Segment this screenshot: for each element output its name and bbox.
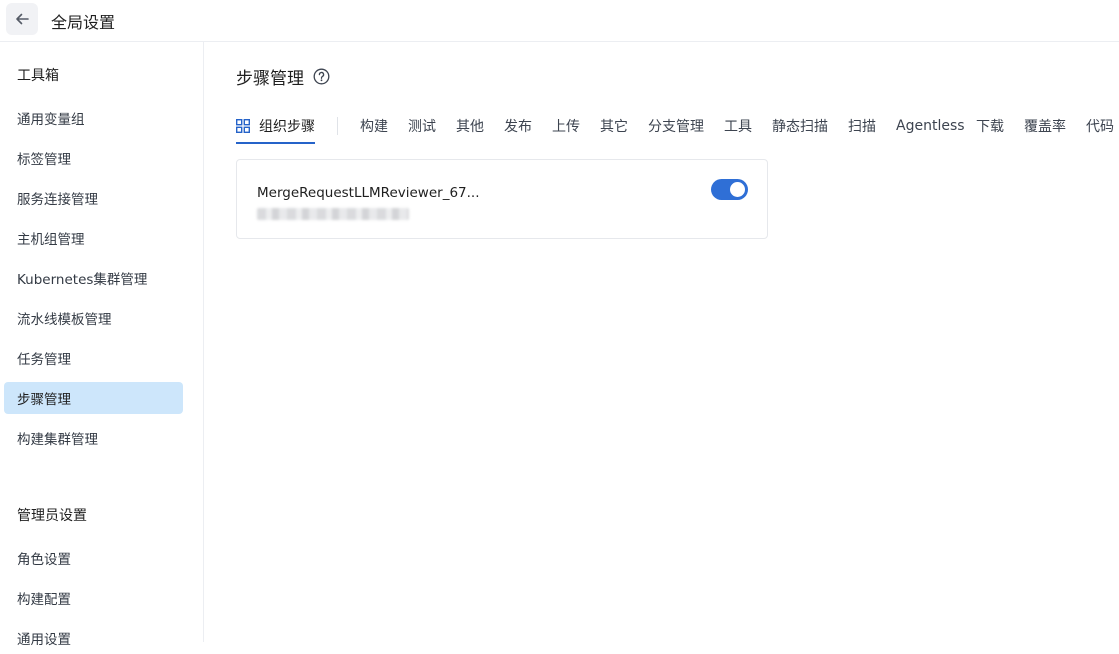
tab-label: 测试: [408, 119, 436, 135]
sidebar-item-label: 构建集群管理: [17, 432, 98, 448]
tab-label: 分支管理: [648, 119, 704, 135]
tab-scan[interactable]: 扫描: [848, 108, 876, 144]
sidebar: 工具箱 通用变量组 标签管理 服务连接管理 主机组管理 Kubernetes集群…: [0, 42, 204, 648]
tab-label: 扫描: [848, 119, 876, 135]
section-title: 步骤管理: [236, 64, 330, 89]
tab-other[interactable]: 其他: [456, 108, 484, 144]
sidebar-group-title-toolbox: 工具箱: [17, 68, 59, 84]
tab-code[interactable]: 代码: [1086, 108, 1114, 144]
tab-label: 发布: [504, 119, 532, 135]
tab-label: 代码: [1086, 119, 1114, 135]
sidebar-item-build-clusters[interactable]: 构建集群管理: [4, 422, 183, 454]
sidebar-item-label: 角色设置: [17, 552, 71, 568]
section-title-text: 步骤管理: [236, 69, 304, 89]
tab-label: Agentless: [896, 118, 965, 134]
sidebar-item-build-config[interactable]: 构建配置: [4, 582, 183, 614]
tab-upload[interactable]: 上传: [552, 108, 580, 144]
sidebar-item-label: 构建配置: [17, 592, 71, 608]
sidebar-item-service-connections[interactable]: 服务连接管理: [4, 182, 183, 214]
sidebar-item-label: 主机组管理: [17, 232, 85, 248]
top-bar: 全局设置: [0, 0, 1119, 42]
tab-label: 静态扫描: [772, 119, 828, 135]
question-circle-icon[interactable]: [313, 68, 330, 85]
tab-label: 工具: [724, 119, 752, 135]
tab-others[interactable]: 其它: [600, 108, 628, 144]
tab-release[interactable]: 发布: [504, 108, 532, 144]
tab-label: 其它: [600, 119, 628, 135]
back-button[interactable]: [6, 3, 38, 35]
sidebar-item-label: 流水线模板管理: [17, 312, 112, 328]
sidebar-item-label: 步骤管理: [17, 392, 71, 408]
sidebar-item-label: 服务连接管理: [17, 192, 98, 208]
tab-agentless[interactable]: Agentless: [896, 108, 965, 144]
sidebar-item-label: 通用设置: [17, 632, 71, 648]
tab-divider: [337, 117, 338, 135]
sidebar-item-general-settings[interactable]: 通用设置: [4, 622, 183, 654]
tab-label: 下载: [976, 119, 1004, 135]
arrow-left-icon: [16, 13, 29, 25]
sidebar-item-roles[interactable]: 角色设置: [4, 542, 183, 574]
tab-test[interactable]: 测试: [408, 108, 436, 144]
tab-label: 组织步骤: [259, 119, 315, 135]
page-title: 全局设置: [51, 13, 116, 32]
step-card-subtitle-blurred: [257, 208, 409, 220]
sidebar-item-variable-groups[interactable]: 通用变量组: [4, 102, 183, 134]
tab-label: 上传: [552, 119, 580, 135]
tab-tools[interactable]: 工具: [724, 108, 752, 144]
tab-static-scan[interactable]: 静态扫描: [772, 108, 828, 144]
toggle-knob: [730, 182, 745, 197]
sidebar-item-tasks[interactable]: 任务管理: [4, 342, 183, 374]
step-card-title: MergeRequestLLMReviewer_67...: [257, 185, 480, 201]
sidebar-item-label: 任务管理: [17, 352, 71, 368]
sidebar-item-kubernetes[interactable]: Kubernetes集群管理: [4, 262, 183, 294]
tab-label: 其他: [456, 119, 484, 135]
tab-branch-management[interactable]: 分支管理: [648, 108, 704, 144]
step-enabled-toggle[interactable]: [711, 179, 748, 200]
sidebar-item-steps[interactable]: 步骤管理: [4, 382, 183, 414]
sidebar-group-title-admin: 管理员设置: [17, 508, 87, 524]
step-category-tabs: 组织步骤 构建 测试 其他 发布 上传 其它 分支管理 工具 静态扫描 扫描 A…: [236, 108, 1119, 144]
sidebar-item-label: 通用变量组: [17, 112, 85, 128]
sidebar-item-label: 标签管理: [17, 152, 71, 168]
tab-label: 覆盖率: [1024, 119, 1066, 135]
tab-build[interactable]: 构建: [360, 108, 388, 144]
tab-coverage[interactable]: 覆盖率: [1024, 108, 1066, 144]
sidebar-item-host-groups[interactable]: 主机组管理: [4, 222, 183, 254]
sidebar-item-tags[interactable]: 标签管理: [4, 142, 183, 174]
step-card[interactable]: MergeRequestLLMReviewer_67...: [236, 159, 768, 239]
sidebar-item-label: Kubernetes集群管理: [17, 272, 148, 288]
tab-download[interactable]: 下载: [976, 108, 1004, 144]
tab-org-steps[interactable]: 组织步骤: [236, 108, 315, 144]
sidebar-item-pipeline-templates[interactable]: 流水线模板管理: [4, 302, 183, 334]
tab-label: 构建: [360, 119, 388, 135]
grid-icon: [236, 119, 250, 133]
